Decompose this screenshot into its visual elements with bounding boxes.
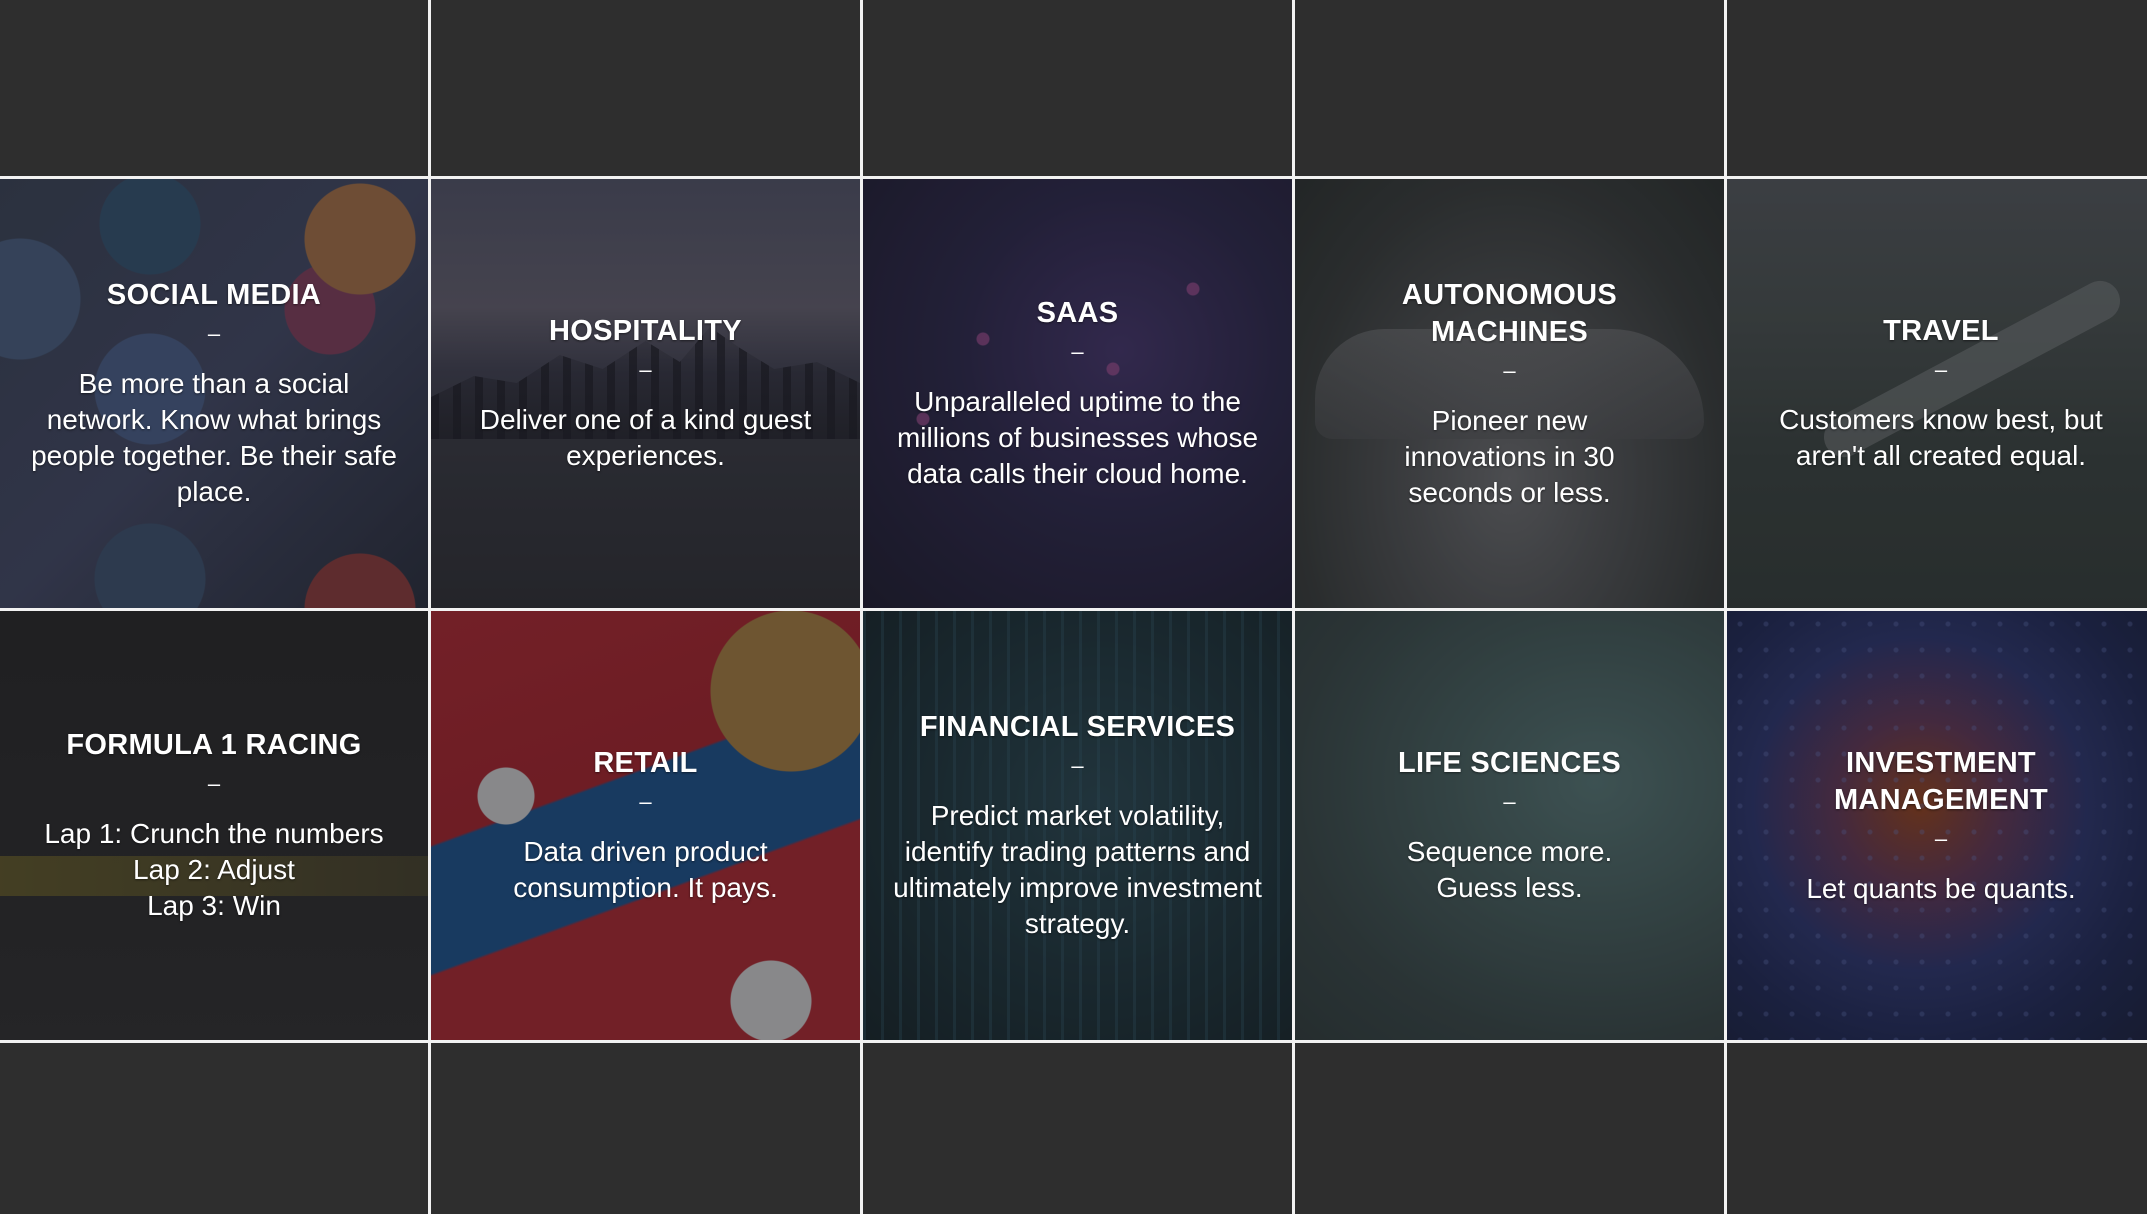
tile-divider: –: [1503, 789, 1516, 814]
tile-description: Lap 1: Crunch the numbers Lap 2: Adjust …: [14, 816, 414, 924]
tile-title: RETAIL: [593, 747, 698, 779]
tile-content: SOCIAL MEDIA – Be more than a social net…: [29, 277, 399, 510]
tile-retail[interactable]: RETAIL – Data driven product consumption…: [431, 611, 860, 1040]
tile-description: Predict market volatility, identify trad…: [893, 800, 1262, 939]
tile-description: Customers know best, but aren't all crea…: [1779, 404, 2103, 471]
tile-description: Unparalleled uptime to the millions of b…: [896, 386, 1259, 489]
tile-content: INVESTMENT MANAGEMENT – Let quants be qu…: [1791, 745, 2091, 907]
tile-title: FINANCIAL SERVICES: [919, 711, 1236, 743]
blank-cell: [863, 1043, 1292, 1214]
tile-title: LIFE SCIENCES: [1397, 747, 1622, 779]
tile-title: SOCIAL MEDIA: [106, 279, 322, 311]
blank-cell: [863, 0, 1292, 176]
blank-cell: [0, 0, 428, 176]
blank-cell: [431, 1043, 860, 1214]
tile-content: AUTONOMOUS MACHINES – Pioneer new innova…: [1360, 277, 1660, 511]
tile-divider: –: [1071, 753, 1084, 778]
blank-cell: [1727, 0, 2147, 176]
tile-divider: –: [207, 771, 221, 796]
tile-description: Let quants be quants.: [1806, 872, 2076, 904]
tile-content: TRAVEL – Customers know best, but aren't…: [1776, 313, 2106, 474]
tile-divider: –: [1934, 357, 1948, 382]
tile-content: RETAIL – Data driven product consumption…: [461, 745, 831, 906]
tile-content: HOSPITALITY – Deliver one of a kind gues…: [461, 313, 831, 474]
tile-life-sciences[interactable]: LIFE SCIENCES – Sequence more. Guess les…: [1295, 611, 1724, 1040]
tile-saas[interactable]: SAAS – Unparalleled uptime to the millio…: [863, 179, 1292, 608]
blank-cell: [431, 0, 860, 176]
tile-title: FORMULA 1 RACING: [66, 729, 362, 761]
tile-title: TRAVEL: [1883, 315, 1999, 347]
blank-cell: [0, 1043, 428, 1214]
tile-autonomous-machines[interactable]: AUTONOMOUS MACHINES – Pioneer new innova…: [1295, 179, 1724, 608]
blank-cell: [1295, 0, 1724, 176]
tile-divider: –: [1071, 339, 1084, 364]
industry-grid: SOCIAL MEDIA – Be more than a social net…: [0, 0, 2147, 1214]
tile-divider: –: [1503, 357, 1516, 383]
tile-description: Deliver one of a kind guest experiences.: [479, 404, 812, 471]
tile-divider: –: [1934, 825, 1948, 851]
tile-divider: –: [207, 321, 221, 346]
tile-divider: –: [639, 789, 652, 814]
tile-title: INVESTMENT MANAGEMENT: [1833, 746, 2049, 816]
tile-divider: –: [639, 357, 652, 382]
tile-description: Sequence more. Guess less.: [1406, 836, 1613, 903]
tile-description: Be more than a social network. Know what…: [31, 368, 397, 507]
tile-travel[interactable]: TRAVEL – Customers know best, but aren't…: [1727, 179, 2147, 608]
tile-content: LIFE SCIENCES – Sequence more. Guess les…: [1380, 745, 1640, 906]
tile-description: Pioneer new innovations in 30 seconds or…: [1404, 404, 1615, 508]
tile-title: HOSPITALITY: [549, 315, 742, 347]
tile-content: FORMULA 1 RACING – Lap 1: Crunch the num…: [14, 727, 414, 924]
tile-hospitality[interactable]: HOSPITALITY – Deliver one of a kind gues…: [431, 179, 860, 608]
tile-title: AUTONOMOUS MACHINES: [1401, 278, 1618, 348]
lap-line: Lap 3: Win: [147, 890, 281, 921]
tile-formula-1-racing[interactable]: FORMULA 1 RACING – Lap 1: Crunch the num…: [0, 611, 428, 1040]
tile-social-media[interactable]: SOCIAL MEDIA – Be more than a social net…: [0, 179, 428, 608]
lap-line: Lap 2: Adjust: [133, 854, 295, 885]
tile-content: FINANCIAL SERVICES – Predict market vola…: [893, 709, 1263, 942]
blank-cell: [1727, 1043, 2147, 1214]
lap-line: Lap 1: Crunch the numbers: [44, 818, 384, 849]
blank-cell: [1295, 1043, 1724, 1214]
tile-content: SAAS – Unparalleled uptime to the millio…: [893, 295, 1263, 492]
tile-investment-management[interactable]: INVESTMENT MANAGEMENT – Let quants be qu…: [1727, 611, 2147, 1040]
tile-financial-services[interactable]: FINANCIAL SERVICES – Predict market vola…: [863, 611, 1292, 1040]
tile-title: SAAS: [1036, 297, 1119, 329]
tile-description: Data driven product consumption. It pays…: [513, 836, 778, 903]
